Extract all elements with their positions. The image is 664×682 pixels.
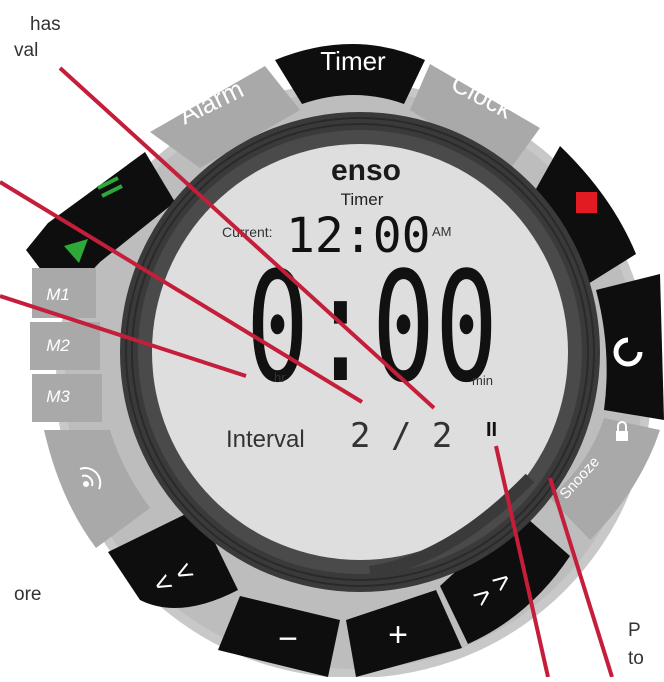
callout-text-top-1: has (30, 14, 61, 35)
memory-label-m3: M3 (46, 387, 70, 406)
minus-label: − (278, 620, 298, 658)
memory-label-m2: M2 (46, 336, 70, 355)
callout-text-top-2: val (14, 40, 39, 61)
plus-label: + (388, 616, 408, 654)
reset-button[interactable] (596, 274, 664, 420)
callout-text-bottom-left: ore (14, 584, 42, 605)
interval-label: Interval (226, 426, 305, 453)
stop-icon (576, 192, 597, 213)
min-label: min (472, 373, 493, 388)
hr-label: hr (274, 370, 286, 385)
brand-logo: enso (331, 154, 401, 187)
tab-timer-label: Timer (320, 46, 386, 76)
pause-indicator: II (486, 419, 497, 441)
diagram-stage: Alarm Timer Clock Snooze M1 M2 M3 < < − … (0, 0, 664, 678)
memory-label-m1: M1 (46, 285, 70, 304)
mode-title: Timer (341, 190, 384, 209)
main-time: 0:00 (246, 239, 498, 416)
am-pm-indicator: AM (432, 224, 452, 239)
callout-text-bottom-right-1: P (628, 620, 641, 641)
callout-text-bottom-right-2: to (628, 648, 644, 669)
timer-device-diagram: Alarm Timer Clock Snooze M1 M2 M3 < < − … (0, 44, 664, 678)
interval-value: 2 / 2 (350, 416, 452, 456)
